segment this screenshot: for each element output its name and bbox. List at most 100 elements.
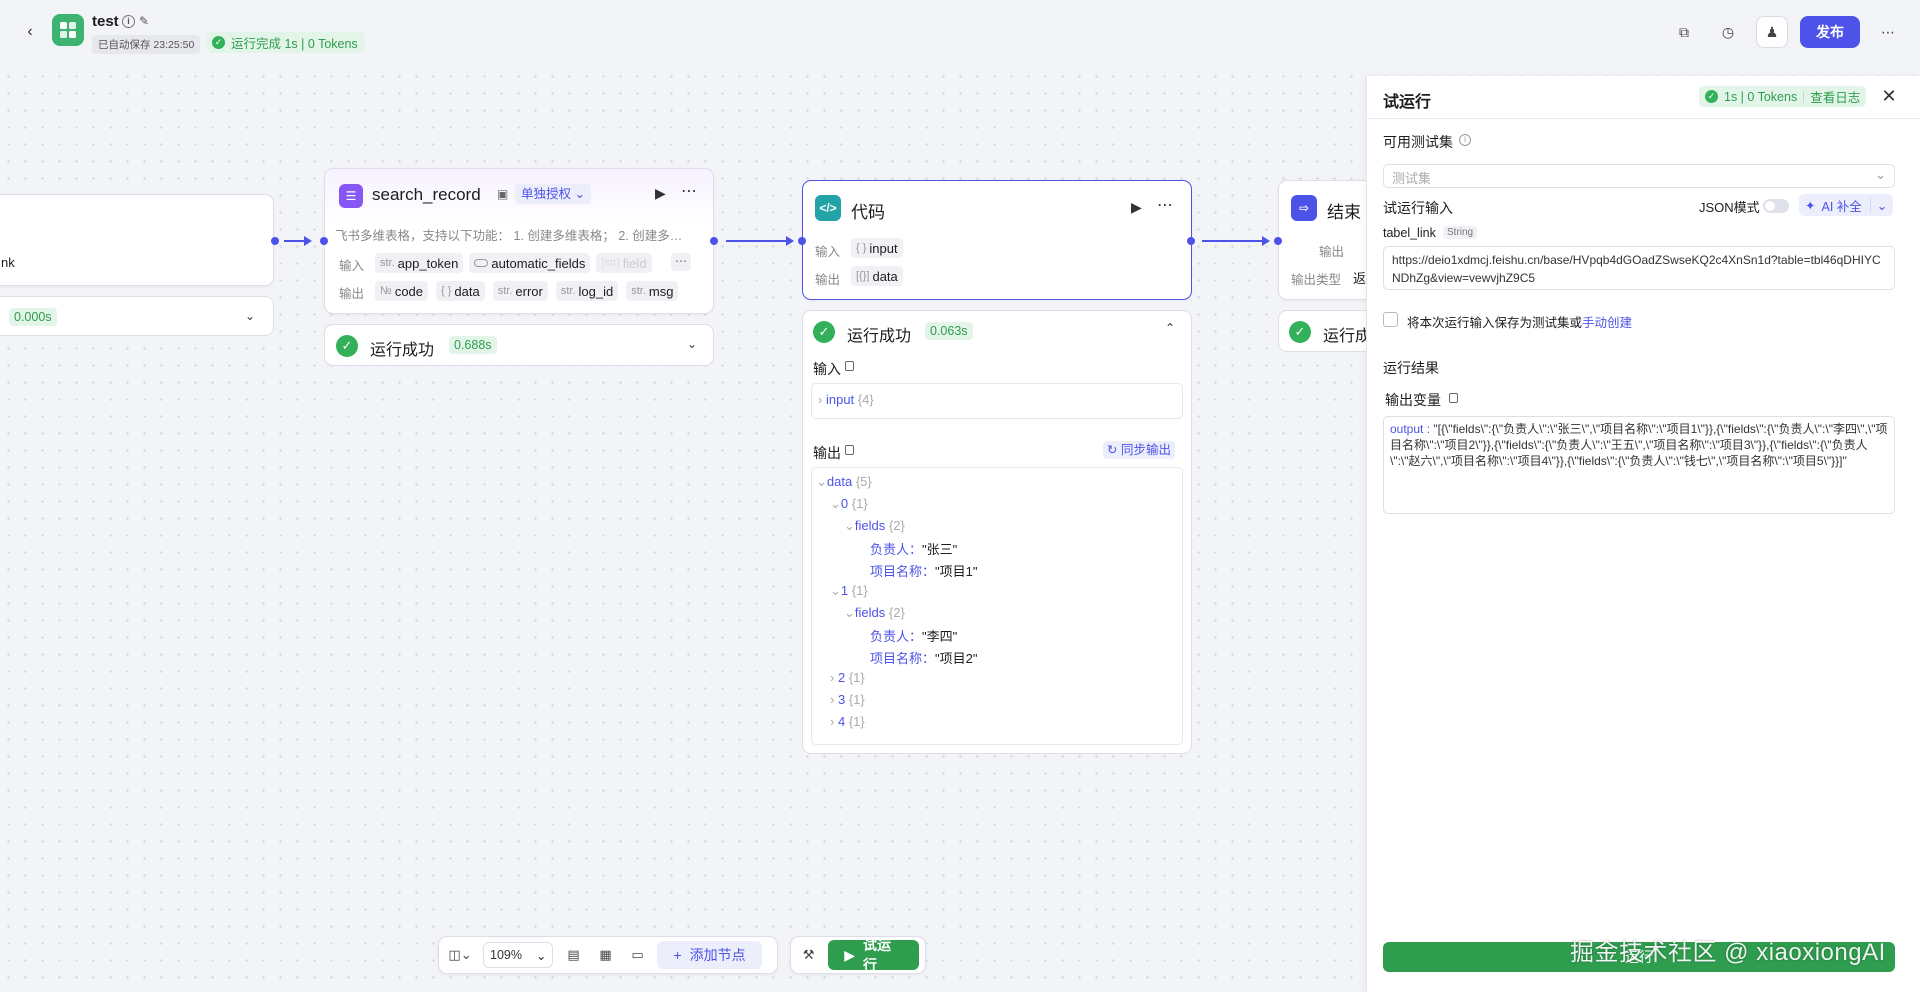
chevron-down-icon[interactable]: ⌄ [245,309,255,323]
param-tag: [str] field [596,253,652,273]
node-description: 飞书多维表格，支持以下功能： 1. 创建多维表格； 2. 创建多… [335,229,683,243]
copy-icon[interactable] [1449,393,1458,403]
panel-run-badge: ✓ 1s | 0 Tokens 查看日志 [1699,86,1867,107]
tree-node[interactable]: ⌄fields {2} [844,518,905,534]
history-icon[interactable]: ◷ [1712,16,1744,48]
comment-icon[interactable]: ▤ [561,943,585,967]
chevron-up-icon[interactable]: ⌃ [1165,321,1175,335]
app-logo [52,14,84,46]
check-icon: ✓ [1705,90,1718,103]
view-log-link[interactable]: 查看日志 [1810,87,1860,106]
run-node-icon[interactable]: ▶ [1131,199,1142,216]
node-title: search_record [372,185,481,204]
code-icon: </> [815,195,841,221]
start-node-partial[interactable]: nk [0,194,274,286]
testset-label: 可用测试集 [1383,134,1453,150]
more-icon[interactable]: ⋯ [1872,16,1904,48]
edit-icon[interactable]: ✎ [139,14,153,28]
run-status-badge: ✓ 运行完成 1s | 0 Tokens [206,32,365,53]
param-tag: str. error [492,281,548,301]
success-check-icon: ✓ [1289,321,1311,343]
node-title: 代码 [851,203,885,222]
auth-label: 单独授权 [521,187,572,201]
input-json-box: › input {4} [811,383,1183,419]
sparkle-icon: ✦ [1805,198,1816,213]
run-input-label: 试运行输入 [1383,200,1453,216]
status-text: 运行成功 [370,342,435,359]
close-icon[interactable]: ✕ [1879,86,1899,106]
badge-stats: 1s | 0 Tokens [1724,89,1798,104]
code-node-result-panel: ✓ 运行成功 0.063s ⌃ 输入 › input {4} 输出 ↻ 同步输出… [802,310,1192,754]
param-type-badge: String [1443,226,1478,239]
search-record-node[interactable]: ☰ search_record ▣ 单独授权 ⌄ ▶ ⋯ 飞书多维表格，支持以下… [324,168,714,314]
tree-node[interactable]: ⌄0 {1} [830,496,868,512]
tree-node[interactable]: ⌄fields {2} [844,605,905,621]
output-var-label: 输出变量 [1385,392,1441,408]
mouse-mode-icon[interactable]: ◫⌄ [445,943,475,967]
input-port[interactable] [320,237,328,245]
output-port[interactable] [710,237,718,245]
manual-create-link[interactable]: 手动创建 [1582,316,1632,330]
testset-select[interactable]: 测试集 ⌄ [1383,164,1895,188]
zoom-select[interactable]: 109% ⌄ [483,942,554,968]
table-icon: ☰ [339,184,363,208]
save-testset-checkbox[interactable] [1383,312,1398,327]
tree-node[interactable]: › input {4} [818,392,874,407]
param-tag: { } data [436,281,485,301]
publish-button[interactable]: 发布 [1800,16,1860,48]
run-node-icon[interactable]: ▶ [655,185,666,202]
node-more-icon[interactable]: ⋯ [1157,195,1173,215]
output-port[interactable] [271,237,279,245]
tabel-link-input[interactable]: https://deio1xdmcj.feishu.cn/base/HVpqb4… [1383,246,1895,290]
input-port[interactable] [798,237,806,245]
more-params-icon[interactable]: ⋯ [671,253,691,271]
param-tag: str. app_token [375,253,464,273]
tree-node[interactable]: › 3 {1} [830,692,865,707]
param-tag: [{}] data [851,266,903,286]
copy-icon[interactable] [845,445,854,455]
sync-output-button[interactable]: ↻ 同步输出 [1103,441,1175,459]
tree-node[interactable]: › 2 {1} [830,670,865,685]
input-row-label: 输入 [815,245,841,259]
minimap-icon[interactable]: ▭ [625,943,649,967]
panel-divider [1367,118,1920,119]
add-node-button[interactable]: + 添加节点 [657,941,762,969]
start-node-status: 0.000s ⌄ [0,296,274,336]
info-icon[interactable]: i [122,15,135,28]
autosave-status: 已自动保存 23:25:50 [92,35,201,54]
chevron-down-icon[interactable]: ⌄ [1869,197,1893,213]
chevron-down-icon: ⌄ [535,948,547,963]
ai-fill-button[interactable]: ✦ AI 补全 ⌄ [1799,194,1894,216]
output-tags: № code { } data str. error str. log_id str. m… [375,281,679,301]
sync-output-label: 同步输出 [1120,443,1171,457]
output-port[interactable] [1187,237,1195,245]
code-node[interactable]: </> 代码 ▶ ⋯ 输入 { } input 输出 [{}] data [802,180,1192,300]
search-record-status: ✓ 运行成功 0.688s ⌄ [324,324,714,366]
auth-dropdown[interactable]: 单独授权 ⌄ [515,184,591,204]
chevron-down-icon: ⌄ [1875,167,1886,182]
database-icon: ▣ [497,187,509,201]
tree-node[interactable]: › 4 {1} [830,714,865,729]
chevron-down-icon[interactable]: ⌄ [687,337,697,351]
plus-icon: + [673,947,682,963]
panel-title: 试运行 [1383,94,1432,111]
copy-icon[interactable] [845,361,854,371]
back-icon[interactable]: ‹ [20,22,40,42]
collaborators-icon[interactable]: ♟ [1756,16,1788,48]
test-run-button[interactable]: ▶ 试运行 [828,937,919,973]
layout-icon[interactable]: ▦ [593,943,617,967]
header-bar: ‹ test i ✎ 已自动保存 23:25:50 ✓ 运行完成 1s | 0 … [0,0,1920,64]
copy-icon[interactable]: ⧉ [1668,16,1700,48]
play-icon: ▶ [844,946,855,963]
tree-node[interactable]: ⌄1 {1} [830,583,868,599]
info-icon[interactable]: i [1459,134,1471,146]
json-mode-toggle[interactable] [1763,199,1789,213]
time-badge: 0.063s [925,322,973,340]
tree-node[interactable]: ⌄data {5} [816,474,872,490]
testset-placeholder: 测试集 [1392,171,1432,186]
output-json-box: output : "[{\"fields\":{\"负责人\":\"张三\",\… [1383,416,1895,514]
input-port[interactable] [1274,237,1282,245]
node-field-partial: nk [1,255,15,270]
node-more-icon[interactable]: ⋯ [681,181,697,201]
wrench-icon[interactable]: ⚒ [797,943,820,967]
